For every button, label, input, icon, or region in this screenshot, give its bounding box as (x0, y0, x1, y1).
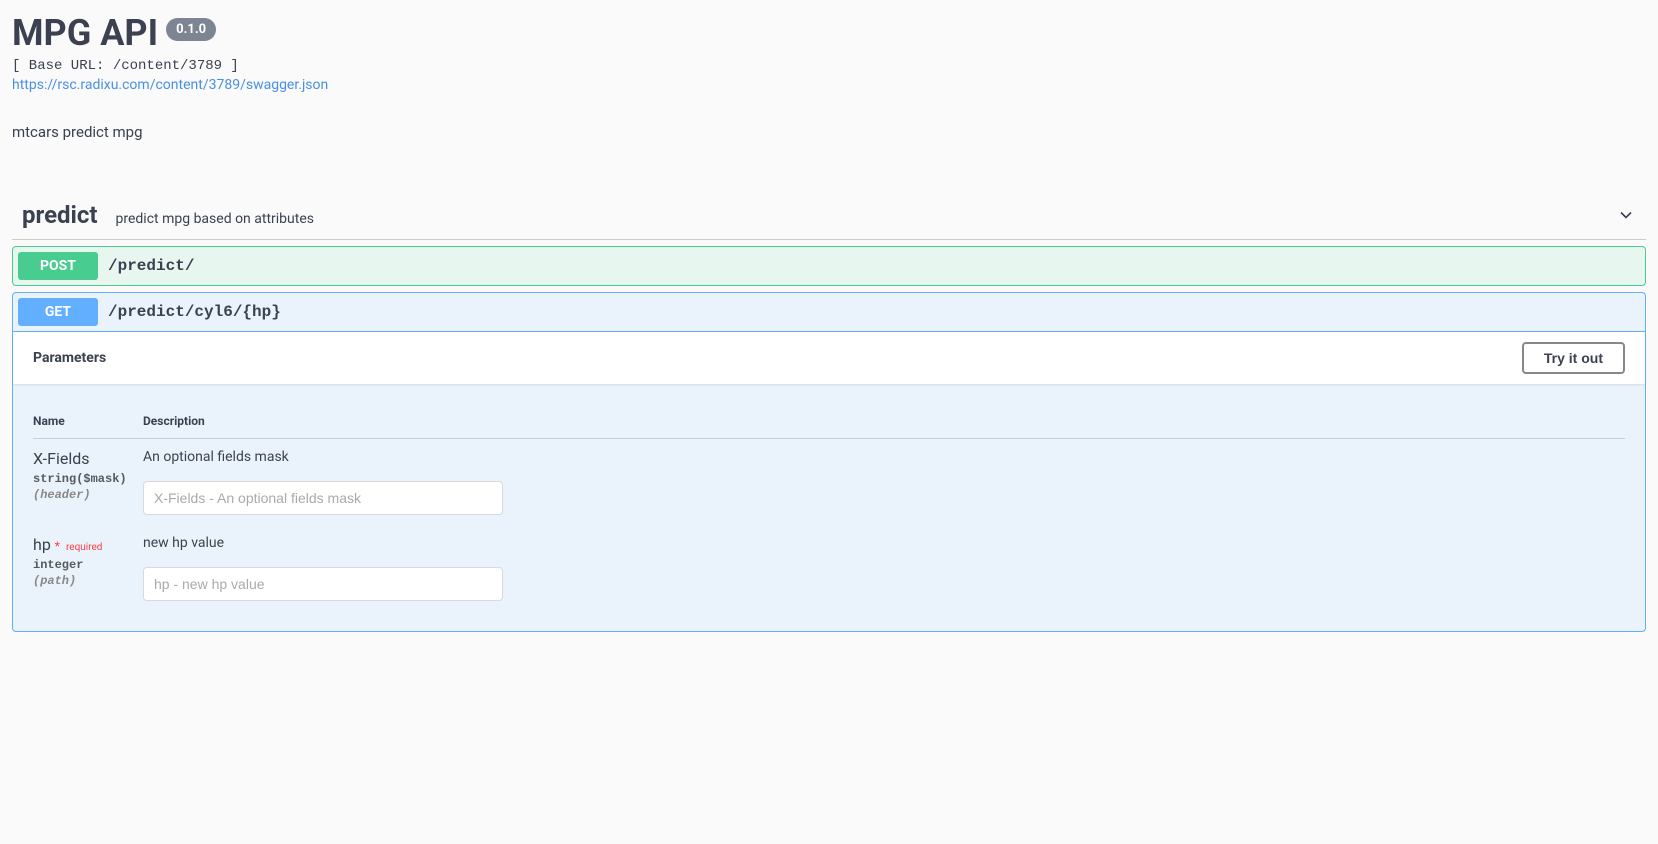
param-desc-xfields: An optional fields mask (143, 449, 1625, 465)
param-name-hp: hp (33, 535, 51, 554)
section-name: predict (22, 201, 98, 229)
base-url: [ Base URL: /content/3789 ] (12, 58, 1646, 74)
param-name-xfields: X-Fields (33, 449, 143, 468)
path-get: /predict/cyl6/{hp} (108, 303, 281, 321)
required-star-icon: * (55, 539, 60, 553)
required-text: required (66, 542, 102, 553)
param-type-hp: integer (33, 558, 143, 572)
method-badge-post: POST (18, 252, 98, 280)
section-desc: predict mpg based on attributes (116, 211, 314, 227)
param-row-hp: hp * required integer (path) new hp valu… (33, 525, 1625, 611)
param-input-xfields[interactable] (143, 481, 503, 515)
param-type-xfields: string($mask) (33, 472, 143, 486)
param-in-xfields: (header) (33, 488, 143, 502)
section-predict-header[interactable]: predict predict mpg based on attributes (12, 191, 1646, 240)
param-in-hp: (path) (33, 574, 143, 588)
operation-get-predict-cyl6: GET /predict/cyl6/{hp} Parameters Try it… (12, 292, 1646, 632)
operation-post-predict[interactable]: POST /predict/ (12, 246, 1646, 286)
swagger-json-link[interactable]: https://rsc.radixu.com/content/3789/swag… (12, 77, 328, 93)
column-name: Name (33, 404, 143, 439)
try-it-out-button[interactable]: Try it out (1522, 342, 1625, 374)
chevron-down-icon (1616, 205, 1636, 225)
version-badge: 0.1.0 (166, 18, 216, 41)
path-post: /predict/ (108, 257, 194, 275)
operation-get-header[interactable]: GET /predict/cyl6/{hp} (13, 293, 1645, 331)
api-description: mtcars predict mpg (12, 123, 1646, 141)
method-badge-get: GET (18, 298, 98, 326)
param-desc-hp: new hp value (143, 535, 1625, 551)
column-description: Description (143, 404, 1625, 439)
parameters-title: Parameters (33, 350, 106, 366)
param-input-hp[interactable] (143, 567, 503, 601)
param-row-xfields: X-Fields string($mask) (header) An optio… (33, 439, 1625, 526)
api-title: MPG API (12, 12, 158, 54)
